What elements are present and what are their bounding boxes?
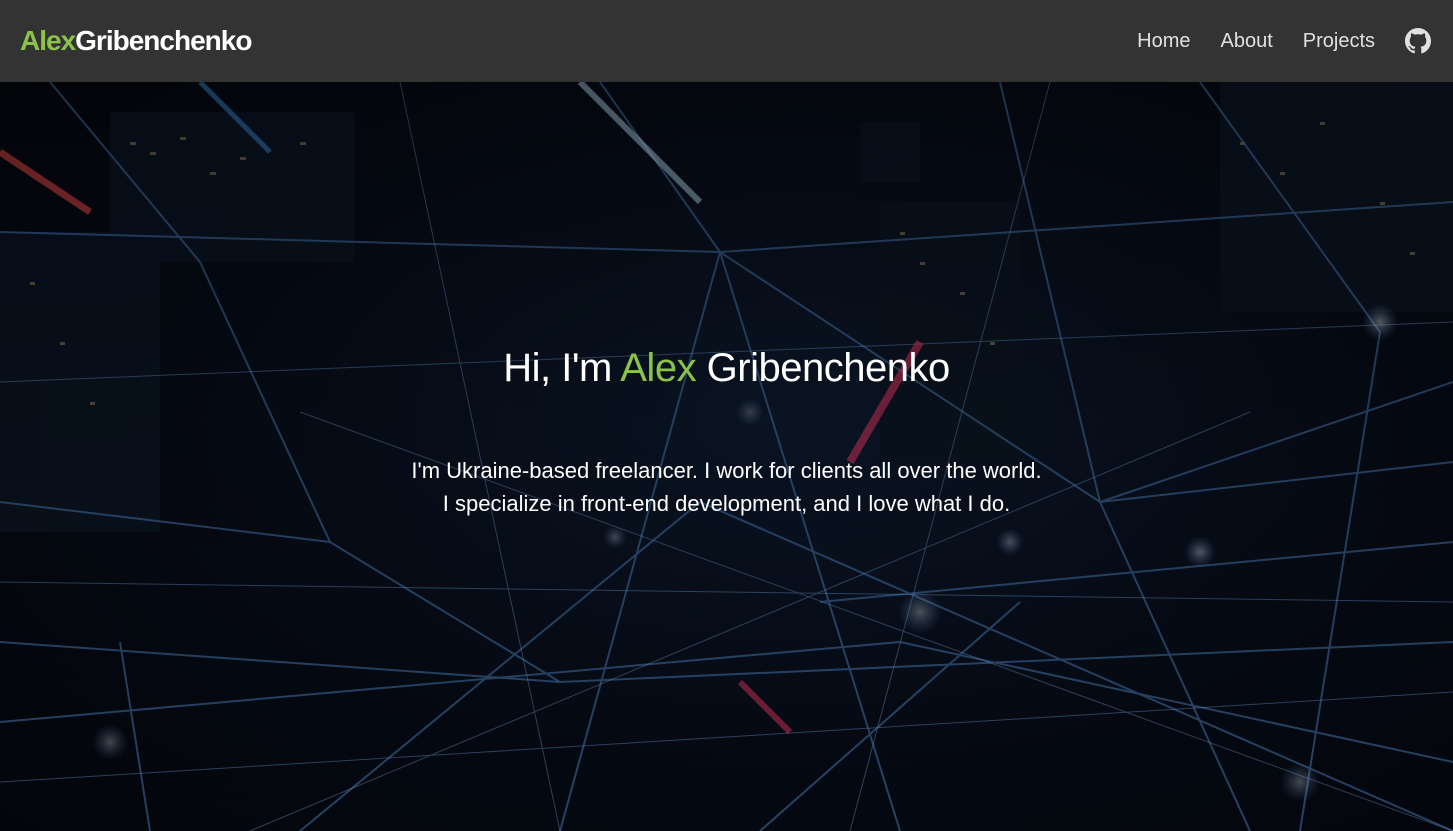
hero-first-name: Alex	[620, 346, 697, 390]
github-link[interactable]	[1405, 28, 1431, 54]
hero-description: I'm Ukraine-based freelancer. I work for…	[0, 454, 1453, 520]
hero-content: Hi, I'm Alex Gribenchenko I'm Ukraine-ba…	[0, 82, 1453, 831]
navbar: Alex Gribenchenko Home About Projects	[0, 0, 1453, 82]
hero-greeting: Hi, I'm	[503, 346, 621, 390]
logo-first-name: Alex	[20, 25, 76, 56]
site-logo[interactable]: Alex Gribenchenko	[20, 25, 252, 57]
logo-last-name: Gribenchenko	[75, 25, 252, 56]
hero-last-name: Gribenchenko	[696, 346, 951, 390]
nav-about[interactable]: About	[1220, 30, 1272, 53]
hero-section: Hi, I'm Alex Gribenchenko I'm Ukraine-ba…	[0, 82, 1453, 831]
nav-projects[interactable]: Projects	[1303, 30, 1375, 53]
main-nav: Home About Projects	[1137, 28, 1431, 54]
hero-description-line-1: I'm Ukraine-based freelancer. I work for…	[411, 458, 1042, 483]
hero-title: Hi, I'm Alex Gribenchenko	[0, 346, 1453, 391]
nav-home[interactable]: Home	[1137, 30, 1190, 53]
github-icon	[1405, 28, 1431, 54]
hero-description-line-2: I specialize in front-end development, a…	[442, 491, 1011, 516]
